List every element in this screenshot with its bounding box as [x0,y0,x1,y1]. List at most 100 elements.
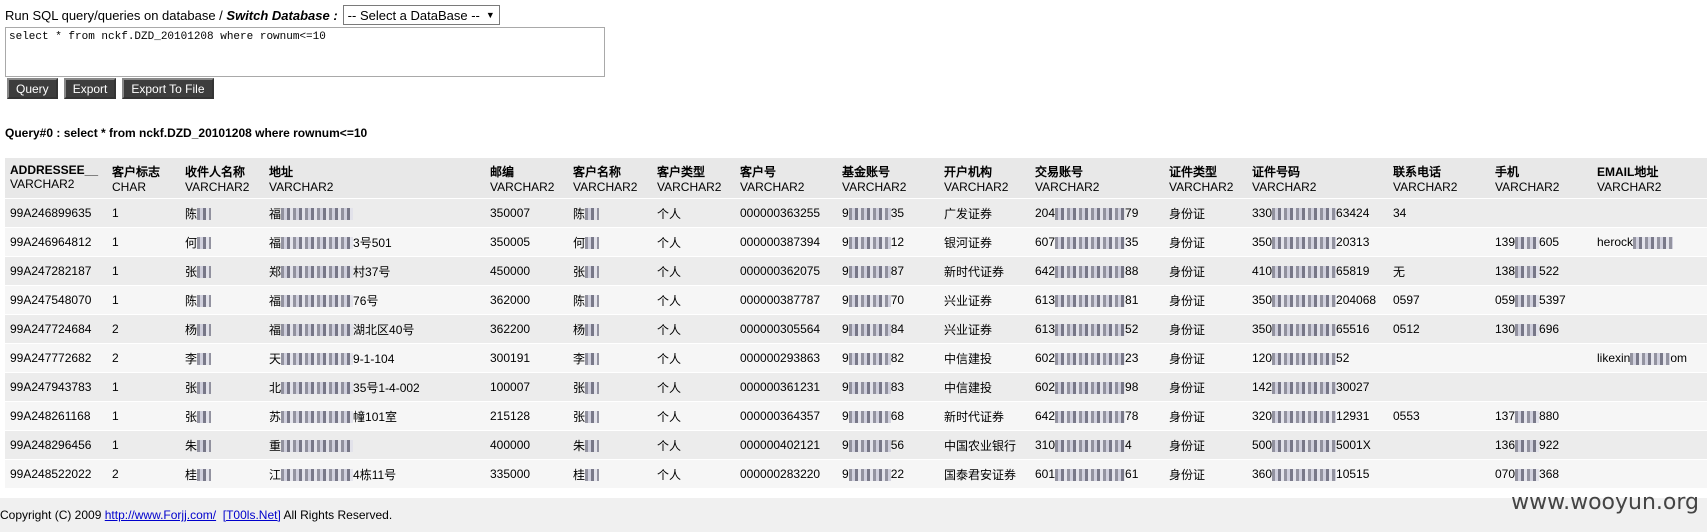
redacted-block [585,411,600,424]
redacted-block [1272,207,1337,220]
redacted-block [1630,352,1671,365]
table-cell: 000000283220 [735,459,837,488]
redacted-block [197,353,212,366]
table-row: 99A248296456 1 朱重 400000 朱个人 000000402121 9 56 中… [5,430,1707,460]
column-type: VARCHAR2 [490,180,555,194]
redacted-block [1515,236,1540,249]
table-row: 99A246964812 1 何福 3号501 350005 何个人 00000038739… [5,227,1707,257]
table-cell: 9 68 [837,401,939,431]
table-cell: 300191 [485,343,568,373]
redacted-block [848,323,891,336]
column-name: 证件类型 [1169,165,1218,179]
table-cell: 99A246899635 [5,198,107,228]
table-cell: 北 35号1-4-002 [264,372,485,402]
table-row: 99A247943783 1 张北 35号1-4-002 100007 张个人 000000… [5,372,1707,402]
redacted-block [1515,265,1540,278]
table-cell: 陈 [568,198,652,228]
column-header: 收件人名称 VARCHAR2 [180,158,264,199]
table-cell: 银河证券 [939,227,1030,257]
table-cell: 362000 [485,285,568,315]
column-name: 客户类型 [657,165,706,179]
redacted-block [281,440,354,453]
table-cell: 身份证 [1164,314,1247,344]
redacted-block [197,411,212,424]
table-body: 99A246899635 1 陈福 350007 陈个人 000000363255 9 35 广… [5,198,1707,488]
redacted-block [848,265,891,278]
table-cell: 000000387787 [735,285,837,315]
table-cell: 身份证 [1164,343,1247,373]
column-header: 证件号码 VARCHAR2 [1247,158,1388,199]
redacted-block [281,237,354,250]
table-cell: 天 9-1-104 [264,343,485,373]
table-cell: 350 20313 [1247,227,1388,257]
redacted-block [1515,323,1540,336]
table-cell: 身份证 [1164,285,1247,315]
redacted-block [585,237,600,250]
sql-query-input[interactable] [5,27,605,77]
table-cell: 000000402121 [735,430,837,460]
export-to-file-button[interactable]: Export To File [122,78,214,99]
table-cell: 059 5397 [1490,285,1592,315]
table-cell: 136 922 [1490,430,1592,460]
table-cell [1388,372,1490,402]
table-row: 99A248261168 1 张苏幢101室 215128 张个人 00000036435… [5,401,1707,431]
table-cell: 350007 [485,198,568,228]
table-cell [1388,459,1490,488]
column-name: 邮编 [490,165,515,179]
column-header: EMAIL地址 VARCHAR2 [1592,158,1707,199]
table-cell: 身份证 [1164,227,1247,257]
redacted-block [1055,381,1126,394]
table-cell: 000000387394 [735,227,837,257]
redacted-block [1272,439,1337,452]
table-cell: 9 12 [837,227,939,257]
column-header: 客户类型 VARCHAR2 [652,158,735,199]
table-cell: 9 56 [837,430,939,460]
table-cell: 身份证 [1164,430,1247,460]
table-cell: 138 522 [1490,256,1592,286]
column-name: ADDRESSEE__ [10,163,99,177]
table-cell: 1 [107,430,180,460]
table-row: 99A247724684 2 杨福湖北区40号 362200 杨个人 0000003055… [5,314,1707,344]
column-header: 客户名称 VARCHAR2 [568,158,652,199]
table-cell: 120 52 [1247,343,1388,373]
database-select-value: -- Select a DataBase -- [347,7,480,23]
column-type: VARCHAR2 [740,180,805,194]
table-cell: 陈 [180,198,264,228]
redacted-block [1055,323,1126,336]
table-cell: 1 [107,401,180,431]
table-cell: 个人 [652,285,735,315]
run-sql-label: Run SQL query/queries on database / Swit… [5,7,338,23]
forjj-link[interactable]: http://www.Forjj.com/ [105,508,216,522]
redacted-block [1515,468,1540,481]
table-cell: 福 76号 [264,285,485,315]
redacted-block [1272,323,1337,336]
table-cell: 99A248522022 [5,459,107,488]
table-cell [1592,372,1707,402]
table-cell: 身份证 [1164,401,1247,431]
redacted-block [585,353,600,366]
redacted-block [1055,294,1126,307]
redacted-block [1633,236,1674,249]
redacted-block [848,236,891,249]
table-cell: 9 84 [837,314,939,344]
column-name: 客户号 [740,165,777,179]
table-cell: 350 65516 [1247,314,1388,344]
column-header: ADDRESSEE__ VARCHAR2 [5,158,107,199]
database-select[interactable]: -- Select a DataBase -- ▼ [342,5,500,25]
table-cell: 李 [180,343,264,373]
redacted-block [1055,207,1126,220]
redacted-block [1055,265,1126,278]
redacted-block [848,381,891,394]
t00ls-link[interactable]: [T00ls.Net] [223,508,281,522]
table-cell: 福 3号501 [264,227,485,257]
export-button[interactable]: Export [63,78,117,99]
table-cell [1592,256,1707,286]
table-cell: 桂 [180,459,264,488]
table-row: 99A246899635 1 陈福 350007 陈个人 000000363255 9 35 广… [5,198,1707,228]
query-button[interactable]: Query [7,78,58,99]
table-cell [1490,372,1592,402]
table-cell: 个人 [652,256,735,286]
table-cell: 陈 [180,285,264,315]
table-cell: 310 4 [1030,430,1164,460]
column-header: 交易账号 VARCHAR2 [1030,158,1164,199]
